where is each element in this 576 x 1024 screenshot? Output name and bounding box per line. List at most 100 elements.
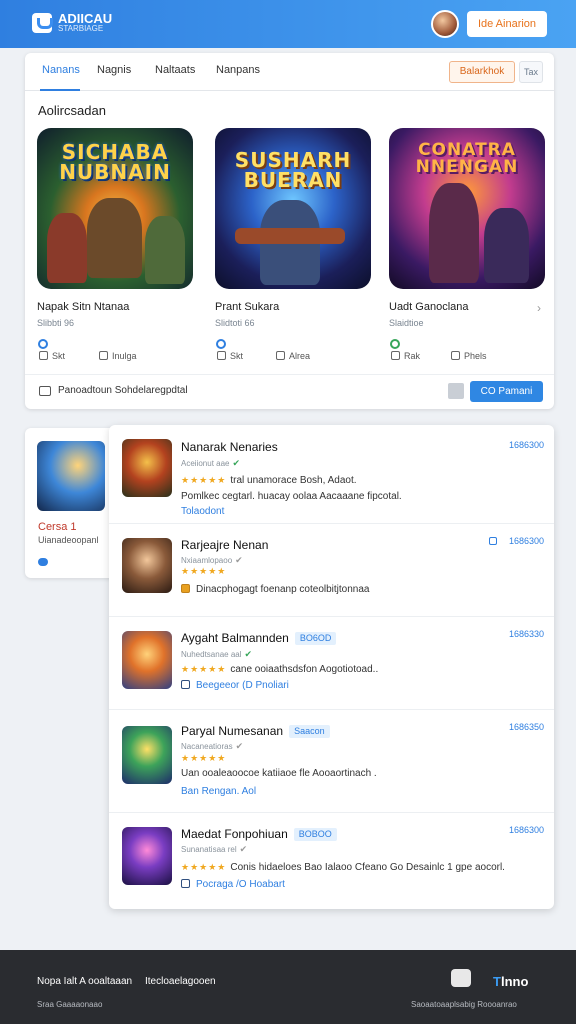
game-name[interactable]: Prant Sukara [215, 301, 279, 313]
status-icon [216, 339, 226, 349]
card-divider [25, 374, 554, 375]
link-icon [181, 879, 190, 888]
thumbs-up-icon [391, 351, 400, 360]
thumbs-up-icon [217, 351, 226, 360]
list-item-link[interactable]: Tolaodont [181, 506, 224, 517]
comment-action[interactable]: Inulga [99, 351, 137, 361]
list-item-thumbnail [122, 631, 172, 689]
side-game-title: Cersa 1 [38, 521, 77, 533]
rating-stars: ★★★★★ [181, 664, 227, 674]
character-figure [87, 198, 142, 278]
list-item-meta: Nuhedtsanae aal [181, 650, 242, 659]
like-action[interactable]: Skt [217, 351, 243, 361]
character-figure [429, 183, 479, 283]
like-action[interactable]: Skt [39, 351, 65, 361]
rating-stars: ★★★★★ [181, 862, 227, 872]
check-icon: ✔ [232, 458, 241, 468]
list-item-thumbnail [122, 726, 172, 784]
list-item-thumbnail [122, 439, 172, 497]
list-item-meta: Sunanatisaa rel [181, 845, 237, 854]
footer-link[interactable]: Nopa Ialt A ooaltaaan [37, 976, 132, 987]
side-game-subtitle: Uianadeoopanl [38, 535, 99, 545]
user-avatar[interactable] [431, 10, 459, 38]
check-icon: ✔ [235, 741, 244, 751]
header-cta-button[interactable]: Ide Ainarion [467, 11, 547, 37]
active-tab-indicator [40, 89, 80, 91]
check-icon: ✔ [239, 844, 248, 854]
character-figure [145, 216, 185, 284]
footer-link[interactable]: Itecloaelagooen [145, 976, 216, 987]
list-item-description: cane ooiaathsdsfon Aogotiotoad.. [230, 664, 379, 675]
list-item-title: Aygaht Balmannden [181, 631, 289, 645]
warning-icon [181, 584, 190, 593]
orange-action-button[interactable]: Balarkhok [449, 61, 515, 83]
featured-games-card: Nanans Nagnis Naltaats Nanpans Balarkhok… [25, 53, 554, 409]
logo-icon [32, 12, 53, 33]
list-item[interactable]: Rarjeajre Nenan Nxiaamlopaoo ✔ ★★★★★ Dina… [109, 524, 554, 617]
game-thumbnail[interactable]: SUSHARH BUERAN [215, 128, 371, 289]
share-action[interactable]: Alrea [276, 351, 310, 361]
character-figure [484, 208, 529, 283]
list-item-date: 1686300 [509, 536, 545, 546]
list-item-description: Conis hidaeloes Bao Ialaoo Cfeano Go Des… [230, 862, 505, 873]
list-item[interactable]: Paryal Numesanan Saacon Nacaneatioras ✔ ★★… [109, 710, 554, 813]
list-item[interactable]: Nanarak Nenaries Aceiionut aae ✔ ★★★★★ tra… [109, 425, 554, 524]
list-item-badge: BOBOO [293, 828, 337, 841]
app-logo[interactable]: ADIICAU STARBIAGE [32, 12, 112, 33]
status-icon [38, 339, 48, 349]
tab-2[interactable]: Nagnis [97, 64, 131, 76]
game-thumbnail[interactable]: CONATRA NNENGAN [389, 128, 545, 289]
share-icon [451, 351, 460, 360]
list-item-meta: Aceiionut aae [181, 459, 230, 468]
list-item-thumbnail [122, 538, 172, 593]
card-footer-text: Panoadtoun Sohdelaregpdtal [58, 385, 188, 396]
list-item-title: Nanarak Nenaries [181, 440, 278, 454]
social-icon[interactable] [451, 969, 471, 987]
tab-3[interactable]: Naltaats [155, 64, 195, 76]
game-subtitle: Slaidtioe [389, 318, 424, 328]
list-item-date: 1686330 [509, 629, 545, 639]
link-icon [181, 680, 190, 689]
like-action[interactable]: Rak [391, 351, 420, 361]
calendar-icon [39, 386, 51, 396]
game-thumbnail[interactable]: SICHABA NUBNAIN [37, 128, 193, 289]
eye-icon [38, 558, 48, 566]
footer-brand[interactable]: Tlnno [493, 974, 528, 989]
status-icon [390, 339, 400, 349]
list-item-description: Dinacphogagt foenanp coteolbitjtonnaa [196, 584, 370, 595]
calendar-icon [489, 537, 497, 545]
list-item-description: Uan ooaleaoocoe katiiaoe fle Aooaortinac… [181, 768, 377, 779]
game-name[interactable]: Napak Sitn Ntanaa [37, 301, 129, 313]
list-item-link: Pocraga /O Hoabart [196, 879, 285, 890]
list-item-meta: Nxiaamlopaoo [181, 556, 233, 565]
game-name[interactable]: Uadt Ganoclana [389, 301, 469, 313]
list-item[interactable]: Aygaht Balmannden BO6OD Nuhedtsanae aal ✔ … [109, 617, 554, 710]
thumbs-up-icon [39, 351, 48, 360]
tab-1[interactable]: Nanans [42, 64, 80, 76]
tab-4[interactable]: Nanpans [216, 64, 260, 76]
weapon-shape [235, 228, 345, 244]
game-subtitle: Slidtoti 66 [215, 318, 255, 328]
character-figure [47, 213, 87, 283]
primary-footer-button[interactable]: CO Pamani [470, 381, 543, 402]
grid-icon[interactable] [448, 383, 464, 399]
share-action[interactable]: Phels [451, 351, 487, 361]
list-item[interactable]: Maedat Fonpohiuan BOBOO Sunanatisaa rel ✔ … [109, 813, 554, 909]
list-item-link[interactable]: Ban Rengan. Aol [181, 786, 256, 797]
list-item-title: Maedat Fonpohiuan [181, 827, 288, 841]
comment-icon [99, 351, 108, 360]
list-item-description: tral unamorace Bosh, Adaot. [230, 475, 357, 486]
check-icon: ✔ [244, 649, 253, 659]
list-item-description-2: Pomlkec cegtarl. huacay oolaa Aacaaane f… [181, 491, 402, 502]
chevron-right-icon[interactable]: › [537, 301, 541, 315]
page-footer: Nopa Ialt A ooaltaaan Itecloaelagooen Sr… [0, 950, 576, 1024]
list-item-badge: Saacon [289, 725, 330, 738]
list-item-date: 1686300 [509, 440, 545, 450]
rating-stars: ★★★★★ [181, 566, 227, 576]
side-game-thumbnail[interactable] [37, 441, 105, 511]
list-item-meta: Nacaneatioras [181, 742, 233, 751]
game-art-subtitle: BUERAN [243, 168, 343, 192]
game-subtitle: Slibbti 96 [37, 318, 75, 328]
small-action-button[interactable]: Tax [519, 61, 543, 83]
copyright-text: Sraa Gaaaaonaao [37, 1000, 103, 1009]
